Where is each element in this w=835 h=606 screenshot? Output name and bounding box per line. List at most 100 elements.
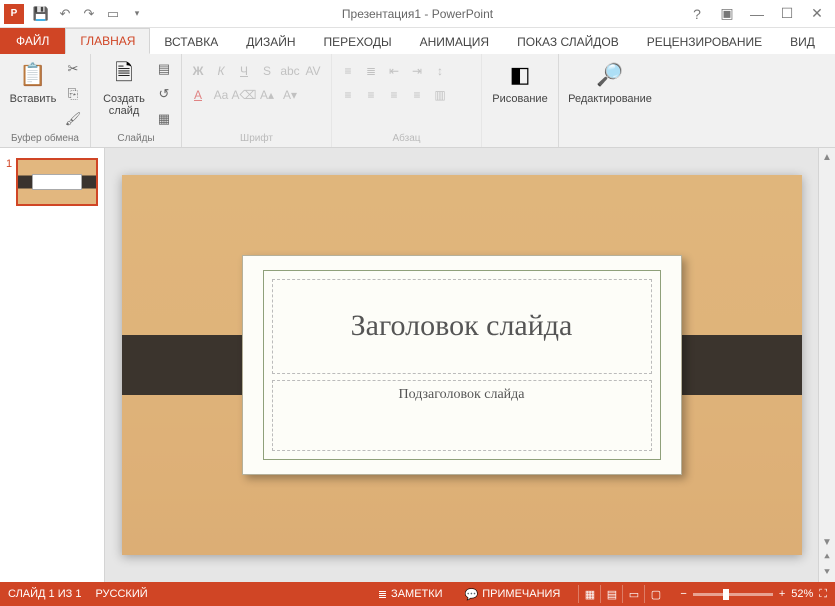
group-label-slides: Слайды: [97, 131, 175, 147]
align-center-button[interactable]: ≡: [361, 85, 381, 105]
grow-font-button[interactable]: A▴: [257, 85, 277, 105]
reading-view-button[interactable]: ▭: [622, 585, 644, 603]
group-label-paragraph: Абзац: [338, 131, 475, 147]
slide[interactable]: Заголовок слайда Подзаголовок слайда: [122, 175, 802, 555]
find-icon: 🔎: [594, 59, 626, 91]
view-buttons: ▦ ▤ ▭ ▢: [578, 585, 666, 603]
ribbon-display-icon[interactable]: ▣: [719, 6, 735, 22]
group-drawing: ◧ Рисование: [482, 54, 559, 147]
notes-button[interactable]: ≣ ЗАМЕТКИ: [374, 588, 447, 601]
new-slide-button[interactable]: 🗎 Создать слайд: [97, 57, 151, 131]
fit-to-window-button[interactable]: ⛶: [819, 588, 827, 601]
copy-icon[interactable]: ⎘: [62, 84, 84, 104]
paste-icon: 📋: [17, 59, 49, 91]
window-title: Презентация1 - PowerPoint: [342, 7, 493, 21]
qat-customize-icon[interactable]: ▾: [126, 3, 148, 25]
new-slide-icon: 🗎: [108, 59, 140, 91]
editing-button[interactable]: 🔎 Редактирование: [565, 57, 655, 131]
bold-button[interactable]: Ж: [188, 61, 208, 81]
drawing-label: Рисование: [492, 93, 547, 105]
decrease-indent-button[interactable]: ⇤: [384, 61, 404, 81]
numbering-button[interactable]: ≣: [361, 61, 381, 81]
status-bar: СЛАЙД 1 ИЗ 1 РУССКИЙ ≣ ЗАМЕТКИ 💬ПРИМЕЧАНИ…: [0, 582, 835, 606]
sorter-view-button[interactable]: ▤: [600, 585, 622, 603]
bullets-button[interactable]: ≡: [338, 61, 358, 81]
slide-thumbnail-1[interactable]: [16, 158, 98, 206]
next-slide-icon[interactable]: ⯆: [820, 565, 835, 580]
scroll-down-icon[interactable]: ▼: [820, 535, 835, 550]
shrink-font-button[interactable]: A▾: [280, 85, 300, 105]
format-painter-icon[interactable]: 🖌: [62, 109, 84, 129]
group-clipboard: 📋 Вставить ✂ ⎘ 🖌 Буфер обмена: [0, 54, 91, 147]
spacing-button[interactable]: AV: [303, 61, 323, 81]
save-icon[interactable]: 💾: [30, 3, 52, 25]
underline-button[interactable]: Ч: [234, 61, 254, 81]
shapes-icon: ◧: [504, 59, 536, 91]
start-from-beginning-icon[interactable]: ▭: [102, 3, 124, 25]
columns-button[interactable]: ▥: [430, 85, 450, 105]
window-controls: ? ▣ — ☐ ✕: [689, 6, 835, 22]
notes-icon: ≣: [378, 588, 387, 601]
group-label-drawing: [488, 131, 552, 147]
notes-label: ЗАМЕТКИ: [391, 588, 443, 600]
tab-view[interactable]: ВИД: [776, 30, 829, 54]
subtitle-placeholder[interactable]: Подзаголовок слайда: [272, 380, 652, 451]
group-font: Ж К Ч S abc AV A Aa A⌫ A▴ A▾ Шрифт: [182, 54, 332, 147]
tab-file[interactable]: ФАЙЛ: [0, 28, 65, 54]
increase-indent-button[interactable]: ⇥: [407, 61, 427, 81]
justify-button[interactable]: ≡: [407, 85, 427, 105]
slide-card: Заголовок слайда Подзаголовок слайда: [242, 255, 682, 475]
font-color-button[interactable]: A: [188, 85, 208, 105]
comments-label: ПРИМЕЧАНИЯ: [482, 588, 560, 600]
zoom-level[interactable]: 52%: [791, 588, 813, 600]
group-slides: 🗎 Создать слайд ▤ ↺ ▦ Слайды: [91, 54, 182, 147]
tab-insert[interactable]: ВСТАВКА: [150, 30, 232, 54]
tab-design[interactable]: ДИЗАЙН: [232, 30, 309, 54]
zoom-out-button[interactable]: −: [680, 588, 686, 600]
change-case-button[interactable]: Aa: [211, 85, 231, 105]
tab-home[interactable]: ГЛАВНАЯ: [65, 28, 150, 54]
title-placeholder[interactable]: Заголовок слайда: [272, 279, 652, 374]
language-indicator[interactable]: РУССКИЙ: [95, 588, 147, 600]
work-area: 1 Заголовок слайда Подзаголовок слайда ▲…: [0, 148, 835, 582]
slide-counter[interactable]: СЛАЙД 1 ИЗ 1: [8, 588, 81, 600]
shadow-button[interactable]: S: [257, 61, 277, 81]
tab-slideshow[interactable]: ПОКАЗ СЛАЙДОВ: [503, 30, 633, 54]
clear-format-button[interactable]: A⌫: [234, 85, 254, 105]
tab-transitions[interactable]: ПЕРЕХОДЫ: [310, 30, 406, 54]
slide-canvas: Заголовок слайда Подзаголовок слайда: [105, 148, 818, 582]
normal-view-button[interactable]: ▦: [578, 585, 600, 603]
tab-animations[interactable]: АНИМАЦИЯ: [406, 30, 503, 54]
prev-slide-icon[interactable]: ⯅: [820, 550, 835, 565]
zoom-slider[interactable]: [693, 593, 773, 596]
group-editing: 🔎 Редактирование: [559, 54, 661, 147]
ribbon: 📋 Вставить ✂ ⎘ 🖌 Буфер обмена 🗎 Создать …: [0, 54, 835, 148]
zoom-in-button[interactable]: +: [779, 588, 785, 600]
drawing-button[interactable]: ◧ Рисование: [488, 57, 552, 131]
section-icon[interactable]: ▦: [153, 109, 175, 129]
thumbnail-number: 1: [6, 158, 12, 206]
vertical-scrollbar[interactable]: ▲ ▼ ⯅ ⯆: [818, 148, 835, 582]
strike-button[interactable]: abc: [280, 61, 300, 81]
italic-button[interactable]: К: [211, 61, 231, 81]
layout-icon[interactable]: ▤: [153, 59, 175, 79]
redo-icon[interactable]: ↷: [78, 3, 100, 25]
cut-icon[interactable]: ✂: [62, 59, 84, 79]
close-icon[interactable]: ✕: [809, 6, 825, 22]
line-spacing-button[interactable]: ↕: [430, 61, 450, 81]
slide-card-inner: Заголовок слайда Подзаголовок слайда: [263, 270, 661, 460]
help-icon[interactable]: ?: [689, 6, 705, 22]
slideshow-view-button[interactable]: ▢: [644, 585, 666, 603]
paste-button[interactable]: 📋 Вставить: [6, 57, 60, 131]
minimize-icon[interactable]: —: [749, 6, 765, 22]
comments-button[interactable]: 💬ПРИМЕЧАНИЯ: [461, 588, 565, 601]
group-label-clipboard: Буфер обмена: [6, 131, 84, 147]
scroll-up-icon[interactable]: ▲: [820, 150, 835, 165]
comments-icon: 💬: [465, 588, 479, 601]
reset-icon[interactable]: ↺: [153, 84, 175, 104]
tab-review[interactable]: РЕЦЕНЗИРОВАНИЕ: [633, 30, 776, 54]
align-left-button[interactable]: ≡: [338, 85, 358, 105]
align-right-button[interactable]: ≡: [384, 85, 404, 105]
undo-icon[interactable]: ↶: [54, 3, 76, 25]
maximize-icon[interactable]: ☐: [779, 6, 795, 22]
